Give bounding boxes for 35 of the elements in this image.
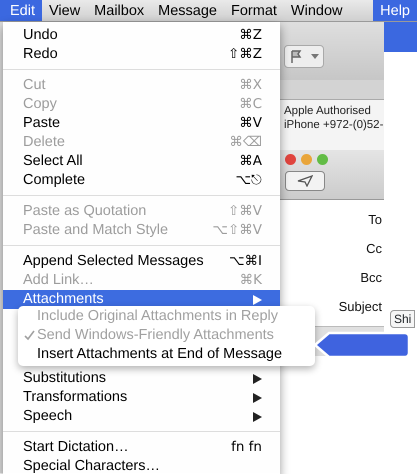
menu-item[interactable]: Transformations: [3, 388, 280, 407]
submenu-item[interactable]: Insert Attachments at End of Message: [18, 345, 315, 364]
flag-button[interactable]: [284, 45, 324, 68]
menu-bar-item[interactable]: Message: [151, 0, 224, 21]
field-label: Subject: [338, 299, 382, 314]
menu-item[interactable]: Append Selected Messages ⌥⌘I: [3, 252, 280, 271]
flag-icon: [290, 50, 302, 63]
field-value: Shi: [390, 310, 416, 328]
menu-item[interactable]: Paste ⌘V: [3, 114, 280, 133]
checkmark-icon: [24, 330, 35, 341]
menu-item[interactable]: Select All ⌘A: [3, 152, 280, 171]
paper-plane-icon: [297, 175, 313, 187]
close-button[interactable]: [285, 154, 296, 165]
menu-item[interactable]: Speech: [3, 407, 280, 426]
menu-bar-item[interactable]: Mailbox: [87, 0, 152, 21]
field-label: Cc: [366, 241, 382, 256]
zoom-button[interactable]: [317, 154, 328, 165]
menu-bar-item[interactable]: Window: [284, 0, 350, 21]
menu-bar-item[interactable]: Edit: [0, 0, 42, 21]
menu-item[interactable]: Undo ⌘Z: [3, 26, 280, 45]
field-label: To: [368, 212, 382, 227]
menu-item[interactable]: Complete ⌥⎋: [3, 171, 280, 190]
menu-item[interactable]: Start Dictation… fn fn: [3, 438, 280, 457]
field-label: Bcc: [360, 270, 382, 285]
caret-icon: [310, 54, 318, 59]
menu-bar-item[interactable]: Format: [224, 0, 284, 21]
help-menu-panel: [384, 22, 417, 52]
menu-bar-item[interactable]: Help: [373, 0, 417, 21]
menu-item[interactable]: Substitutions: [3, 369, 280, 388]
menu-item[interactable]: Special Characters…: [3, 457, 280, 474]
sender-text: iPhone +972-(0)52-: [284, 118, 384, 132]
menu-item[interactable]: Redo ⇧⌘Z: [3, 45, 280, 64]
menu-bar-item[interactable]: View: [42, 0, 88, 21]
sender-text: Apple Authorised: [284, 104, 372, 118]
send-button[interactable]: [285, 171, 325, 191]
